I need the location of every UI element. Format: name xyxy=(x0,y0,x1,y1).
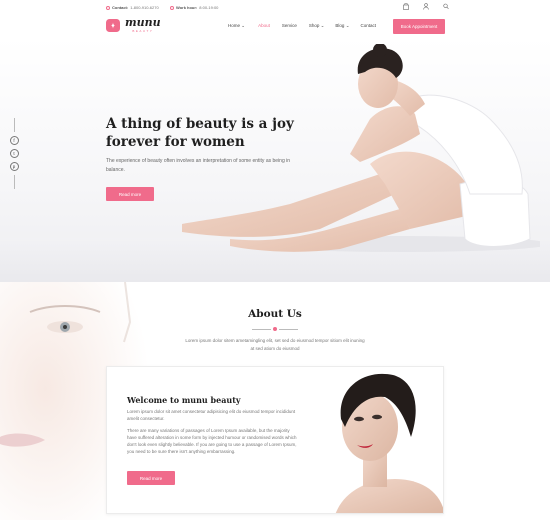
work-hours: Work hour: 8:00-19:00 xyxy=(170,5,218,10)
twitter-icon[interactable]: t xyxy=(9,149,19,158)
welcome-title: Welcome to munu beauty xyxy=(127,395,241,405)
welcome-card: Welcome to munu beauty Lorem ipsum dolor… xyxy=(106,366,444,514)
welcome-read-more-button[interactable]: Read more xyxy=(127,471,175,485)
welcome-paragraph-2: There are many variations of passages of… xyxy=(127,428,297,454)
book-appointment-button[interactable]: Book Appointment xyxy=(393,19,445,34)
hours-label: Work hour: xyxy=(176,5,198,10)
pinterest-icon[interactable]: p xyxy=(9,162,19,171)
about-description: Lorem ipsum dolor sitem ametamingling el… xyxy=(185,338,365,351)
nav-about[interactable]: About xyxy=(258,23,270,29)
hero-title: A thing of beauty is a joy forever for w… xyxy=(106,116,294,150)
logo[interactable]: munu BEAUTY xyxy=(106,16,161,33)
hero-section: f t p A thing of beauty is a joy forever… xyxy=(0,38,550,282)
phone-icon xyxy=(106,5,110,10)
contact-info: Contact: 1-800-910-6270 xyxy=(106,5,159,10)
hero-text: The experience of beauty often involves … xyxy=(106,158,291,173)
title-divider xyxy=(252,327,298,331)
welcome-model-image xyxy=(315,367,443,513)
brand-sub: BEAUTY xyxy=(132,29,154,33)
clock-icon xyxy=(170,5,174,10)
brand-name: munu xyxy=(125,16,161,29)
chevron-down-icon: ⌄ xyxy=(320,23,325,28)
social-line xyxy=(13,175,15,189)
nav-contact[interactable]: Contact xyxy=(360,23,376,29)
nav-service[interactable]: Service xyxy=(282,23,297,29)
main-nav: Home ⌄ About Service Shop ⌄ Blog ⌄ Conta… xyxy=(228,23,376,29)
chevron-down-icon: ⌄ xyxy=(345,23,350,28)
chevron-down-icon: ⌄ xyxy=(241,23,246,28)
contact-value: 1-800-910-6270 xyxy=(130,5,159,10)
welcome-paragraph-1: Lorem ipsum dolor sit amet consectetur a… xyxy=(127,409,296,421)
hero-model-image xyxy=(182,44,540,252)
bag-icon[interactable] xyxy=(402,2,410,12)
nav-blog[interactable]: Blog ⌄ xyxy=(335,23,349,29)
nav-shop[interactable]: Shop ⌄ xyxy=(309,23,325,29)
hours-value: 8:00-19:00 xyxy=(199,5,219,10)
hero-read-more-button[interactable]: Read more xyxy=(106,187,154,201)
user-icon[interactable] xyxy=(422,3,430,12)
about-title: About Us xyxy=(248,308,302,320)
top-bar: Contact: 1-800-910-6270 Work hour: 8:00-… xyxy=(0,0,550,14)
contact-label: Contact: xyxy=(112,5,129,10)
search-icon[interactable] xyxy=(442,3,450,12)
nav-home[interactable]: Home ⌄ xyxy=(228,23,245,29)
facebook-icon[interactable]: f xyxy=(9,136,19,145)
social-line xyxy=(13,118,15,132)
flower-logo-icon xyxy=(106,19,121,32)
social-links: f t p xyxy=(8,118,20,189)
main-header: munu BEAUTY Home ⌄ About Service Shop ⌄ … xyxy=(0,14,550,38)
